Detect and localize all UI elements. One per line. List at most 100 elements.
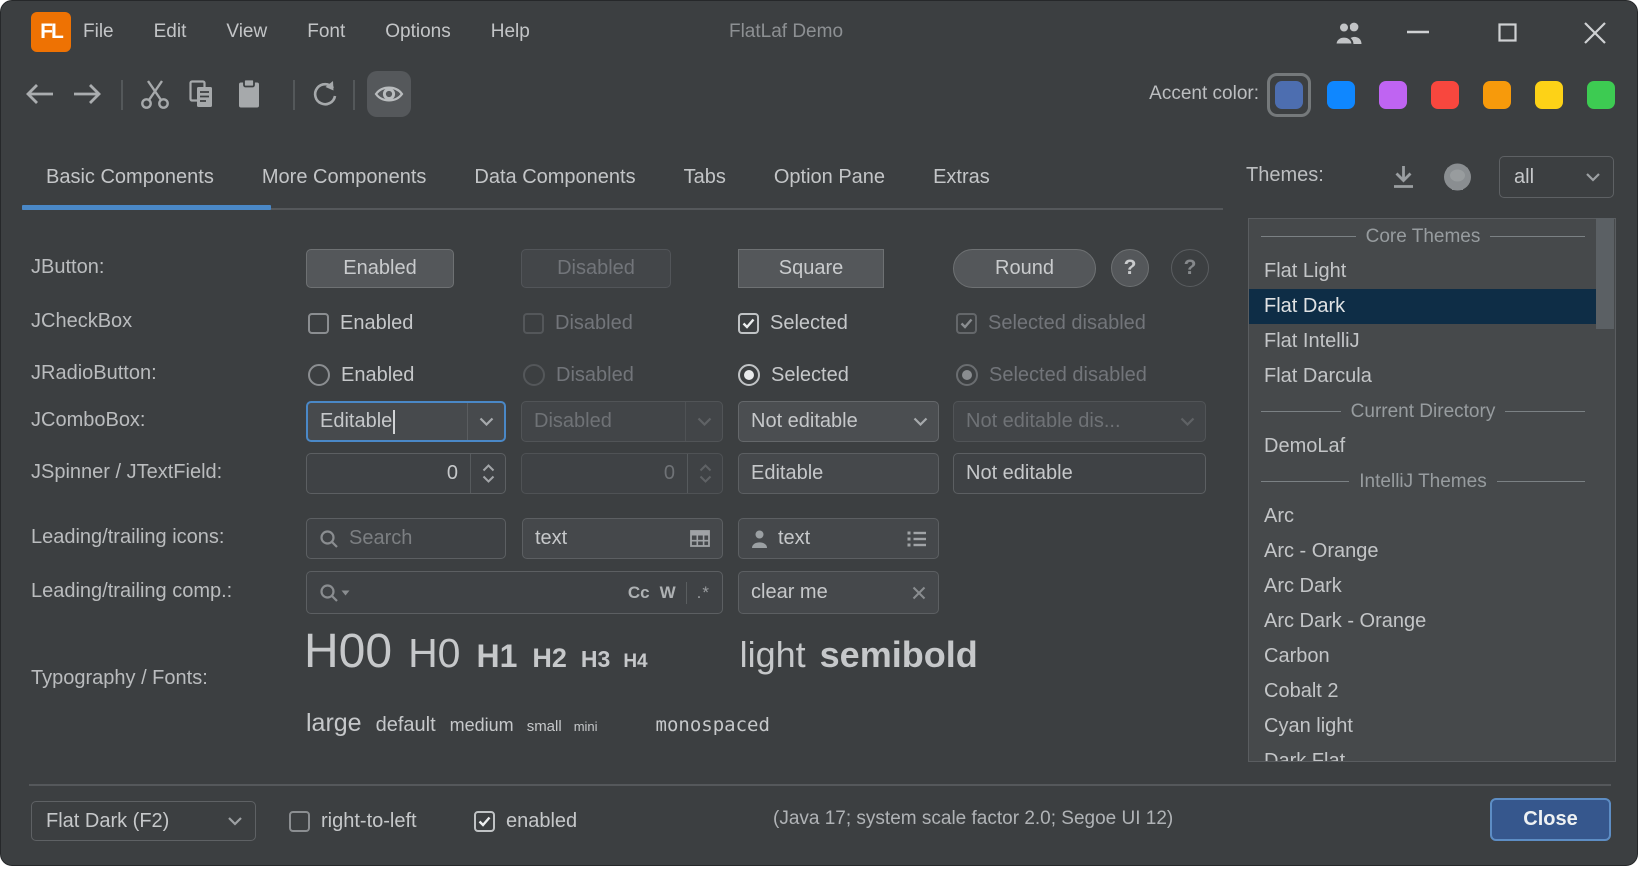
menu-options[interactable]: Options	[385, 21, 450, 43]
menu-edit[interactable]: Edit	[154, 21, 187, 43]
accent-swatch-color[interactable]	[1275, 81, 1303, 109]
accent-swatch-5[interactable]	[1535, 81, 1563, 109]
menu-help[interactable]: Help	[491, 21, 530, 43]
download-icon[interactable]	[1390, 164, 1417, 190]
search-field[interactable]: Search	[306, 518, 506, 559]
table-icon[interactable]	[690, 530, 710, 547]
forward-icon[interactable]	[72, 82, 103, 106]
tab-data-components[interactable]: Data Components	[474, 166, 635, 189]
github-icon[interactable]	[1442, 161, 1473, 192]
chevron-down-icon[interactable]	[902, 402, 938, 441]
tab-tabs[interactable]: Tabs	[684, 166, 726, 189]
combobox-editable[interactable]: Editable	[306, 401, 506, 442]
theme-item-arc-dark---orange[interactable]: Arc Dark - Orange	[1249, 604, 1597, 639]
theme-item-arc-dark[interactable]: Arc Dark	[1249, 569, 1597, 604]
paste-icon[interactable]	[238, 79, 260, 108]
theme-item-dark-flat[interactable]: Dark Flat	[1249, 744, 1597, 762]
accent-swatch-2[interactable]	[1379, 81, 1407, 109]
textfield-leading-person[interactable]: text	[738, 518, 939, 559]
tab-basic-components[interactable]: Basic Components	[46, 166, 214, 189]
checkbox-selected[interactable]: Selected	[738, 309, 848, 337]
radio-selected[interactable]: Selected	[738, 361, 849, 389]
accent-swatch-3[interactable]	[1431, 81, 1459, 109]
radio-label: Disabled	[556, 364, 634, 387]
accent-swatch-6[interactable]	[1587, 81, 1615, 109]
radio-circle[interactable]	[738, 364, 760, 386]
help-button[interactable]: ?	[1111, 249, 1149, 287]
theme-item-flat-light[interactable]: Flat Light	[1249, 254, 1597, 289]
chevron-down-icon[interactable]	[467, 403, 504, 440]
radio-label: Selected disabled	[989, 364, 1147, 387]
textfield-trailing-table[interactable]: text	[522, 518, 723, 559]
textfield-editable[interactable]: Editable	[738, 453, 939, 494]
checkbox-label: Selected disabled	[988, 312, 1146, 335]
checkbox-enabled[interactable]: Enabled	[308, 309, 413, 337]
square-button[interactable]: Square	[738, 249, 884, 288]
search-with-options-field[interactable]: Cc W .*	[306, 571, 723, 614]
search-dropdown-icon[interactable]	[319, 583, 350, 603]
spinner-arrows[interactable]	[470, 454, 505, 493]
theme-item-carbon[interactable]: Carbon	[1249, 639, 1597, 674]
accent-swatch-color[interactable]	[1379, 81, 1407, 109]
radio-circle[interactable]	[308, 364, 330, 386]
cut-icon[interactable]	[139, 78, 171, 110]
accent-swatch-0[interactable]	[1275, 81, 1303, 109]
checkbox-box[interactable]	[308, 313, 329, 334]
enabled-checkbox[interactable]: enabled	[474, 807, 577, 835]
refresh-icon[interactable]	[309, 79, 339, 109]
accent-swatch-color[interactable]	[1431, 81, 1459, 109]
checkbox-box[interactable]	[289, 811, 310, 832]
accent-swatch-color[interactable]	[1327, 81, 1355, 109]
menu-file[interactable]: File	[83, 21, 114, 43]
typography-headings: H00 H0 H1 H2 H3 H4 light semibold	[304, 624, 978, 679]
enabled-button[interactable]: Enabled	[306, 249, 454, 288]
list-icon[interactable]	[907, 531, 926, 547]
theme-item-cobalt-2[interactable]: Cobalt 2	[1249, 674, 1597, 709]
menu-font[interactable]: Font	[307, 21, 345, 43]
chevron-up-icon[interactable]	[482, 464, 495, 472]
accent-swatch-color[interactable]	[1587, 81, 1615, 109]
copy-icon[interactable]	[189, 80, 215, 108]
close-button[interactable]: Close	[1490, 798, 1611, 841]
maximize-icon[interactable]	[1498, 23, 1517, 42]
spinner-value[interactable]: 0	[307, 454, 470, 493]
back-icon[interactable]	[24, 82, 55, 106]
tab-option-pane[interactable]: Option Pane	[774, 166, 885, 189]
theme-item-demolaf[interactable]: DemoLaf	[1249, 429, 1597, 464]
chevron-down-icon[interactable]	[482, 475, 495, 483]
theme-item-flat-dark[interactable]: Flat Dark	[1249, 289, 1597, 324]
theme-item-arc---orange[interactable]: Arc - Orange	[1249, 534, 1597, 569]
menubar: File Edit View Font Options Help	[83, 1, 530, 63]
show-hidden-eye-icon[interactable]	[367, 71, 411, 117]
checkbox-box[interactable]	[474, 811, 495, 832]
theme-item-flat-darcula[interactable]: Flat Darcula	[1249, 359, 1597, 394]
regex-button[interactable]: .*	[697, 583, 710, 603]
themes-filter-combo[interactable]: all	[1499, 156, 1614, 198]
clear-me-field[interactable]: clear me	[738, 571, 939, 614]
tab-more-components[interactable]: More Components	[262, 166, 427, 189]
menu-view[interactable]: View	[226, 21, 267, 43]
accent-swatch-4[interactable]	[1483, 81, 1511, 109]
accent-swatch-color[interactable]	[1483, 81, 1511, 109]
clear-x-icon[interactable]	[912, 586, 926, 600]
users-icon[interactable]	[1333, 19, 1365, 46]
radio-enabled[interactable]: Enabled	[308, 361, 414, 389]
checkbox-box[interactable]	[738, 313, 759, 334]
theme-item-flat-intellij[interactable]: Flat IntelliJ	[1249, 324, 1597, 359]
minimize-icon[interactable]	[1407, 30, 1429, 34]
accent-swatch-1[interactable]	[1327, 81, 1355, 109]
combobox-not-editable[interactable]: Not editable	[738, 401, 939, 442]
rtl-checkbox[interactable]: right-to-left	[289, 807, 417, 835]
theme-item-arc[interactable]: Arc	[1249, 499, 1597, 534]
close-icon[interactable]	[1584, 22, 1606, 44]
spinner[interactable]: 0	[306, 453, 506, 494]
theme-item-cyan-light[interactable]: Cyan light	[1249, 709, 1597, 744]
whole-word-button[interactable]: W	[660, 583, 676, 603]
round-button[interactable]: Round	[953, 249, 1096, 288]
spinner-disabled: 0	[521, 453, 723, 494]
themes-scrollbar-thumb[interactable]	[1596, 218, 1614, 329]
match-case-button[interactable]: Cc	[628, 583, 650, 603]
accent-swatch-color[interactable]	[1535, 81, 1563, 109]
laf-combo[interactable]: Flat Dark (F2)	[31, 801, 256, 841]
tab-extras[interactable]: Extras	[933, 166, 990, 189]
